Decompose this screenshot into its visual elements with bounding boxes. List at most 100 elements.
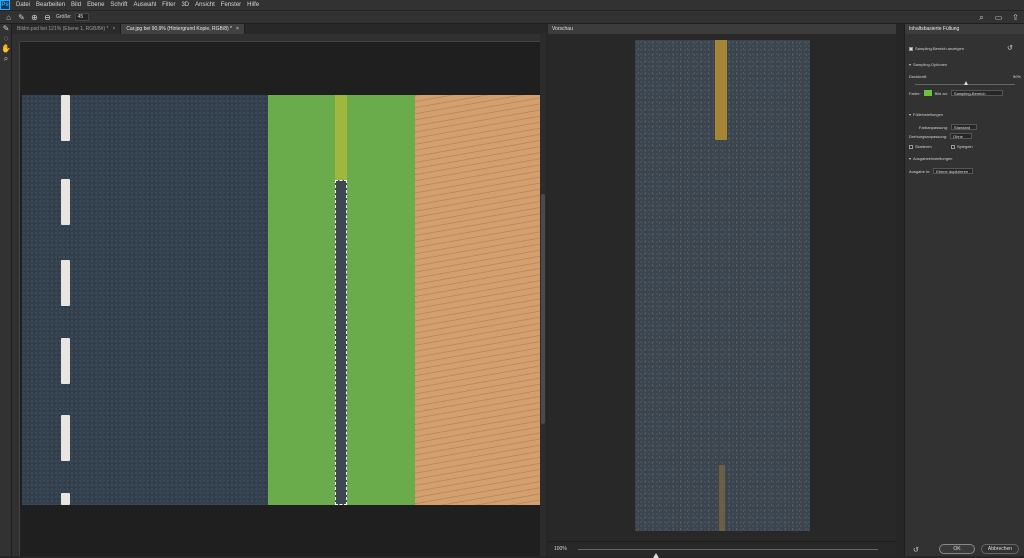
lasso-icon[interactable]: ◌ [0,34,12,44]
home-icon[interactable]: ⌂ [4,13,13,22]
opacity-slider-knob[interactable] [964,81,968,85]
color-adapt-row: Farbanpassung: Standard [919,124,977,130]
ruler-corner [12,34,20,42]
preview-image[interactable] [635,40,810,531]
menu-ansicht[interactable]: Ansicht [195,2,215,8]
options-bar: ⌂ ✎ ⊕ ⊖ Größe: 45 ⌕ ▭ ⇪ [0,10,1024,24]
close-icon[interactable]: × [112,26,115,32]
yellow-line-trace [719,465,725,531]
section-output[interactable]: Ausgabeeinstellungen [909,156,952,161]
menu-3d[interactable]: 3D [181,2,189,8]
size-label: Größe: [56,14,72,20]
scroll-thumb[interactable] [541,194,545,424]
preview-title: Vorschau [548,24,896,34]
photoshop-logo: Ps [0,0,10,10]
yellow-line [715,40,727,140]
search-icon[interactable]: ⌕ [977,13,986,22]
menu-filter[interactable]: Filter [162,2,175,8]
reset-icon[interactable]: ↺ [913,546,919,554]
brush-tool-icon[interactable]: ✎ [17,13,26,22]
hand-icon[interactable]: ✋ [0,44,12,54]
section-fill-label: Fülleinstellungen [913,112,944,117]
lane-marking [61,415,70,461]
rotation-label: Drehungsanpassung: [909,133,948,139]
lane-marking [61,493,70,505]
brush-icon[interactable]: ✎ [0,24,12,34]
lane-marking [61,338,70,384]
menu-datei[interactable]: Datei [16,2,30,8]
vertical-ruler [12,42,20,556]
color-adapt-dropdown[interactable]: Standard [950,124,977,130]
yellow-line [335,95,347,180]
menu-auswahl[interactable]: Auswahl [133,2,156,8]
rotation-row: Drehungsanpassung: Ohne [909,133,973,139]
output-row: Ausgabe in: Ebene duplizieren [909,168,974,174]
image-document[interactable] [22,95,540,505]
mirror-row[interactable]: Spiegeln [951,144,973,149]
opacity-label: Deckkraft: [909,74,928,79]
show-sampling-row[interactable]: Sampling-Bereich anzeigen [909,46,964,51]
lane-marking [61,95,70,141]
tab-car[interactable]: Car.jpg bei 90,9% (Hintergrund Kopie, RG… [121,24,245,34]
opacity-value[interactable]: 50% [1013,74,1021,79]
panel-title: Inhaltsbasierte Füllung [905,24,1024,34]
rotation-dropdown[interactable]: Ohne [950,133,973,139]
zoom-slider[interactable] [578,549,878,558]
scale-row[interactable]: Skalieren [909,144,932,149]
workspace-icon[interactable]: ▭ [994,13,1003,22]
opacity-row: Deckkraft: 50% [909,74,1021,79]
section-sampling[interactable]: Sampling-Optionen [909,62,947,67]
share-icon[interactable]: ⇪ [1011,13,1020,22]
document-tabs: Bildm.psd bei 121% (Ebene 1, RGB/8#) * × … [12,24,546,34]
color-row: Farbe: Bild an: Sampling-Bereich [909,90,1003,96]
scale-label: Skalieren [915,144,932,149]
color-swatch[interactable] [923,90,932,96]
cancel-button[interactable]: Abbrechen [981,544,1019,554]
zoom-value[interactable]: 100% [554,546,567,552]
ok-button[interactable]: OK [939,544,975,554]
lane-marking [61,260,70,306]
menu-bearbeiten[interactable]: Bearbeiten [36,2,65,8]
show-sampling-label: Sampling-Bereich anzeigen [915,46,964,51]
subtract-mode-icon[interactable]: ⊖ [43,13,52,22]
output-label: Ausgabe in: [909,168,931,174]
add-mode-icon[interactable]: ⊕ [30,13,39,22]
preview-panel: Vorschau 100% [548,24,896,558]
menu-bild[interactable]: Bild [71,2,81,8]
tab-label: Car.jpg bei 90,9% (Hintergrund Kopie, RG… [126,26,232,32]
horizontal-ruler [20,34,546,42]
tab-label: Bildm.psd bei 121% (Ebene 1, RGB/8#) * [17,26,109,32]
selection-marquee[interactable] [335,180,347,505]
output-dropdown[interactable]: Ebene duplizieren [933,168,974,174]
menu-hilfe[interactable]: Hilfe [247,2,259,8]
section-output-label: Ausgabeeinstellungen [913,156,953,161]
opacity-slider[interactable] [915,81,1015,85]
content-aware-fill-panel: Inhaltsbasierte Füllung Sampling-Bereich… [904,24,1024,556]
close-icon[interactable]: × [236,26,239,32]
sampling-area-overlay [268,95,415,505]
mirror-label: Spiegeln [957,144,973,149]
menu-ebene[interactable]: Ebene [87,2,104,8]
menu-schrift[interactable]: Schrift [110,2,127,8]
zoom-icon[interactable]: ⌕ [0,54,12,64]
document-canvas[interactable] [20,42,540,556]
reset-icon[interactable]: ↺ [1007,44,1013,52]
vertical-scrollbar[interactable] [540,34,546,556]
section-fill[interactable]: Fülleinstellungen [909,112,943,117]
tools-panel: ✎ ◌ ✋ ⌕ [0,24,12,556]
mirror-checkbox[interactable] [951,144,955,149]
show-sampling-checkbox[interactable] [909,46,913,51]
section-sampling-label: Sampling-Optionen [913,62,948,67]
preview-zoom-bar: 100% [548,541,896,558]
scale-checkbox[interactable] [909,144,913,149]
tab-bildm[interactable]: Bildm.psd bei 121% (Ebene 1, RGB/8#) * × [12,24,122,34]
indicates-label: Bild an: [934,90,948,96]
color-label: Farbe: [909,90,921,96]
sand-texture [415,95,540,505]
size-field[interactable]: 45 [74,13,89,21]
menu-bar: Ps Datei Bearbeiten Bild Ebene Schrift A… [0,0,1024,10]
menu-fenster[interactable]: Fenster [221,2,241,8]
lane-marking [61,179,70,225]
color-adapt-label: Farbanpassung: [919,124,948,130]
indicates-dropdown[interactable]: Sampling-Bereich [950,90,1003,96]
